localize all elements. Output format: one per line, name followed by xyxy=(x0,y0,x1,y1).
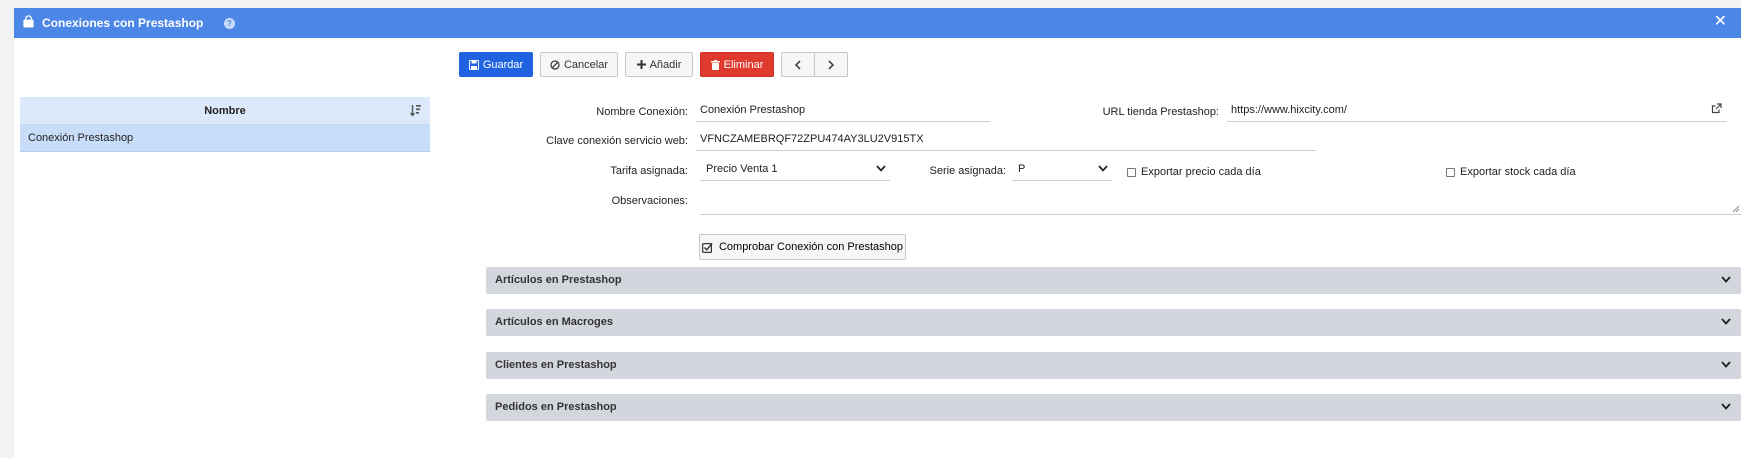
serie-asignada-value: P xyxy=(1018,163,1026,175)
plus-icon xyxy=(636,60,646,69)
sort-icon[interactable] xyxy=(410,104,422,117)
clave-servicio-label: Clave conexión servicio web: xyxy=(546,135,688,147)
test-connection-button[interactable]: Comprobar Conexión con Prestashop xyxy=(699,234,906,260)
exportar-stock-label: Exportar stock cada día xyxy=(1460,166,1576,178)
observaciones-textarea[interactable] xyxy=(700,189,1741,215)
checkbox-box[interactable] xyxy=(1127,167,1136,177)
delete-button-label: Eliminar xyxy=(723,58,764,71)
chevron-down-icon xyxy=(876,165,886,172)
nombre-conexion-label: Nombre Conexión: xyxy=(596,106,688,118)
resize-grip-icon[interactable] xyxy=(1732,205,1740,213)
chevron-down-icon xyxy=(1721,318,1731,325)
chevron-left-icon xyxy=(794,59,801,70)
external-link-icon[interactable] xyxy=(1711,103,1722,114)
url-tienda-input[interactable]: https://www.hixcity.com/ xyxy=(1227,100,1727,122)
next-button[interactable] xyxy=(814,52,848,77)
chevron-right-icon xyxy=(828,59,835,70)
url-tienda-label: URL tienda Prestashop: xyxy=(1102,106,1219,118)
list-header-nombre[interactable]: Nombre xyxy=(20,97,430,125)
nombre-conexion-input[interactable]: Conexión Prestashop xyxy=(696,100,990,122)
shopping-bag-icon xyxy=(23,15,34,28)
chevron-down-icon xyxy=(1721,403,1731,410)
add-button-label: Añadir xyxy=(649,58,682,71)
list-header-label: Nombre xyxy=(204,105,246,117)
panel-articulos-prestashop[interactable]: Artículos en Prestashop xyxy=(486,267,1741,294)
trash-icon xyxy=(710,59,720,70)
ban-icon xyxy=(550,59,560,70)
chevron-down-icon xyxy=(1721,276,1731,283)
serie-asignada-select[interactable]: P xyxy=(1012,159,1112,181)
cancel-button-label: Cancelar xyxy=(563,58,609,71)
exportar-stock-checkbox[interactable]: Exportar stock cada día xyxy=(1446,166,1576,178)
chevron-down-icon xyxy=(1098,165,1108,172)
exportar-precio-label: Exportar precio cada día xyxy=(1141,166,1261,178)
window-title: Conexiones con Prestashop xyxy=(42,16,204,30)
tarifa-asignada-value: Precio Venta 1 xyxy=(706,163,778,175)
clave-servicio-input[interactable]: VFNCZAMEBRQF72ZPU474AY3LU2V915TX xyxy=(696,129,1316,151)
panel-title: Artículos en Macroges xyxy=(495,316,613,328)
checkbox-box[interactable] xyxy=(1446,167,1455,177)
cancel-button[interactable]: Cancelar xyxy=(540,52,618,77)
save-button-label: Guardar xyxy=(482,58,524,71)
tarifa-asignada-label: Tarifa asignada: xyxy=(610,165,688,177)
panel-articulos-macroges[interactable]: Artículos en Macroges xyxy=(486,309,1741,336)
chevron-down-icon xyxy=(1721,361,1731,368)
panel-title: Clientes en Prestashop xyxy=(495,359,617,371)
help-icon[interactable]: ? xyxy=(224,18,235,29)
delete-button[interactable]: Eliminar xyxy=(700,52,774,77)
panel-clientes-prestashop[interactable]: Clientes en Prestashop xyxy=(486,352,1741,379)
connections-list: Nombre Conexión Prestashop xyxy=(20,97,430,152)
previous-button[interactable] xyxy=(781,52,815,77)
tarifa-asignada-select[interactable]: Precio Venta 1 xyxy=(700,159,890,181)
panel-title: Pedidos en Prestashop xyxy=(495,401,617,413)
list-item[interactable]: Conexión Prestashop xyxy=(20,125,430,152)
add-button[interactable]: Añadir xyxy=(625,52,693,77)
connections-window: Conexiones con Prestashop ? ✕ Guardar Ca… xyxy=(14,8,1741,458)
window-titlebar: Conexiones con Prestashop ? ✕ xyxy=(14,8,1741,38)
test-connection-label: Comprobar Conexión con Prestashop xyxy=(718,241,904,253)
observaciones-label: Observaciones: xyxy=(611,195,688,207)
close-icon[interactable]: ✕ xyxy=(1714,14,1727,30)
exportar-precio-checkbox[interactable]: Exportar precio cada día xyxy=(1127,166,1261,178)
panel-title: Artículos en Prestashop xyxy=(495,274,622,286)
serie-asignada-label: Serie asignada: xyxy=(929,165,1006,177)
check-square-icon xyxy=(701,242,713,253)
save-button[interactable]: Guardar xyxy=(459,52,533,77)
floppy-disk-icon xyxy=(468,59,479,70)
panel-pedidos-prestashop[interactable]: Pedidos en Prestashop xyxy=(486,394,1741,421)
